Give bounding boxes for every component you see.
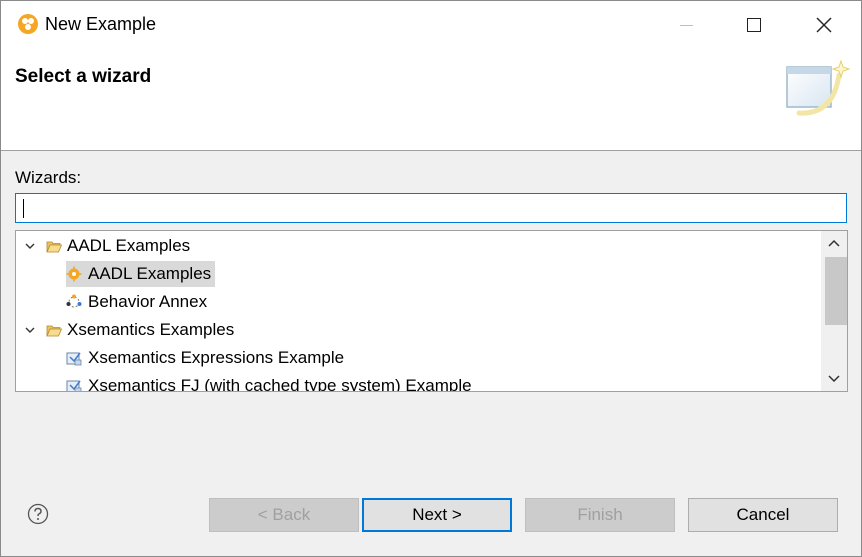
cancel-button[interactable]: Cancel: [688, 498, 838, 532]
wizard-banner-icon: [786, 59, 851, 116]
window-title: New Example: [45, 14, 157, 34]
title-bar[interactable]: New Example: [1, 1, 861, 49]
maximize-icon: [747, 18, 761, 32]
wizard-filter-input[interactable]: [15, 193, 847, 223]
chevron-down-icon: [828, 375, 840, 383]
xsemantics-project-icon: [66, 352, 82, 366]
wizards-label: Wizards:: [15, 168, 82, 187]
wizard-tree[interactable]: AADL Examples AADL Examples Behavior Ann…: [15, 230, 848, 392]
tree-item-behavior-annex[interactable]: Behavior Annex: [66, 289, 207, 315]
minimize-button[interactable]: [651, 1, 721, 49]
folder-open-icon: [46, 241, 62, 252]
tree-item-label: AADL Examples: [67, 236, 191, 255]
xsemantics-project-icon: [66, 380, 82, 391]
maximize-button[interactable]: [719, 1, 789, 49]
back-button[interactable]: < Back: [209, 498, 359, 532]
text-caret: [23, 199, 24, 218]
chevron-up-icon: [828, 239, 840, 247]
tree-category-aadl-examples[interactable]: AADL Examples: [24, 233, 190, 259]
new-example-dialog: New Example Select a wizard Wizards: AAD…: [0, 0, 862, 557]
scroll-down-button[interactable]: [821, 367, 847, 391]
minimize-icon: [679, 24, 693, 26]
tree-scrollbar[interactable]: [821, 231, 847, 391]
tree-item-label: Xsemantics FJ (with cached type system) …: [88, 376, 472, 392]
chevron-down-icon[interactable]: [24, 240, 36, 252]
help-icon[interactable]: [27, 503, 49, 525]
behavior-annex-icon: [66, 294, 82, 308]
tree-item-aadl-examples[interactable]: AADL Examples: [66, 261, 216, 287]
next-button[interactable]: Next >: [362, 498, 512, 532]
tree-item-label: Xsemantics Expressions Example: [88, 348, 345, 367]
tree-item-label: Behavior Annex: [88, 292, 208, 311]
wizard-banner: Select a wizard: [1, 49, 861, 151]
page-title: Select a wizard: [15, 66, 152, 87]
tree-category-xsemantics-examples[interactable]: Xsemantics Examples: [24, 317, 234, 343]
scroll-up-button[interactable]: [821, 231, 847, 255]
tree-item-xsemantics-fj-example[interactable]: Xsemantics FJ (with cached type system) …: [66, 373, 472, 392]
tree-item-xsemantics-expressions-example[interactable]: Xsemantics Expressions Example: [66, 345, 344, 371]
chevron-down-icon[interactable]: [24, 324, 36, 336]
tree-item-label: Xsemantics Examples: [67, 320, 235, 339]
tree-item-label: AADL Examples: [88, 264, 212, 283]
scroll-thumb[interactable]: [825, 257, 847, 325]
folder-open-icon: [46, 325, 62, 336]
aadl-icon: [66, 266, 82, 282]
close-icon: [816, 17, 832, 33]
eclipse-examples-icon: [18, 14, 38, 34]
finish-button[interactable]: Finish: [525, 498, 675, 532]
close-button[interactable]: [789, 1, 859, 49]
